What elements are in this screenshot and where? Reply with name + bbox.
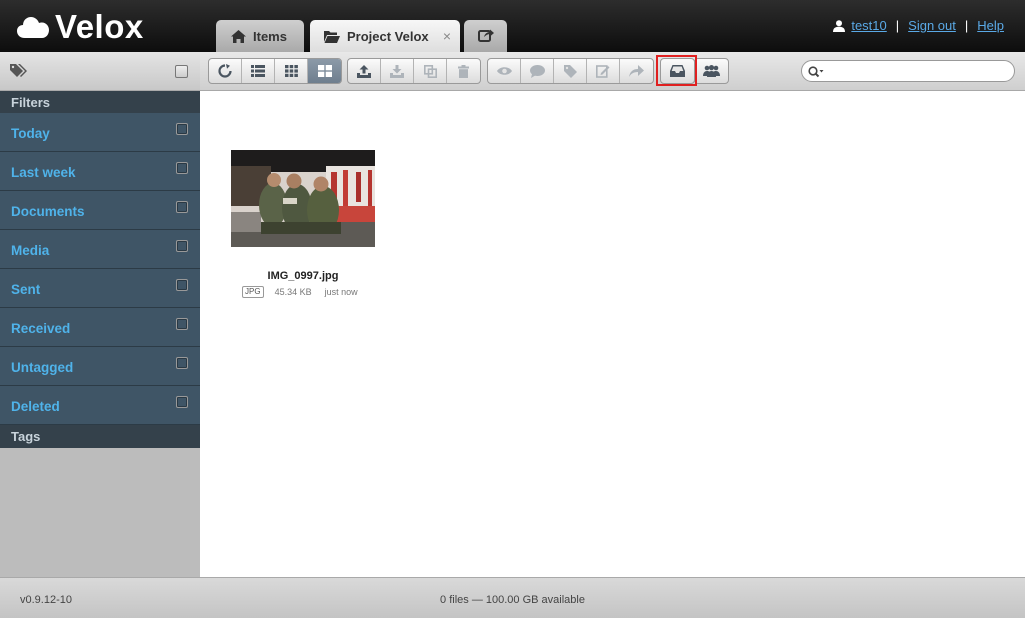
- tag-button[interactable]: [554, 59, 587, 83]
- view-button-group: [208, 58, 342, 84]
- edit-button[interactable]: [587, 59, 620, 83]
- sidebar-item-documents[interactable]: Documents: [0, 191, 200, 230]
- highlight-box: [656, 55, 697, 86]
- thumbnail-view-button[interactable]: [308, 59, 341, 83]
- tab-share[interactable]: [464, 20, 507, 52]
- sidebar-item-label: Documents: [11, 204, 85, 219]
- comment-icon: [529, 64, 545, 78]
- filter-checkbox[interactable]: [176, 396, 188, 408]
- help-link[interactable]: Help: [977, 18, 1004, 33]
- home-icon: [230, 29, 246, 43]
- sidebar-item-label: Last week: [11, 165, 76, 180]
- thumbnail-view-icon: [317, 65, 332, 77]
- tab-project-label: Project Velox: [347, 28, 429, 44]
- download-button[interactable]: [381, 59, 414, 83]
- separator: |: [895, 18, 900, 33]
- search-input[interactable]: [801, 60, 1015, 82]
- file-size: 45.34 KB: [274, 287, 312, 297]
- sidebar-item-deleted[interactable]: Deleted: [0, 386, 200, 425]
- sidebar-toolbar: [0, 52, 200, 91]
- file-name[interactable]: IMG_0997.jpg: [231, 270, 375, 282]
- filter-checkbox[interactable]: [176, 318, 188, 330]
- user-icon: [833, 19, 846, 32]
- delete-button[interactable]: [447, 59, 480, 83]
- file-thumbnail[interactable]: [231, 150, 375, 247]
- toolbar: [200, 52, 1025, 91]
- top-bar: Velox Items Project Velox × test10 | Sig…: [0, 0, 1025, 52]
- tab-items[interactable]: Items: [216, 20, 304, 52]
- sidebar-item-today[interactable]: Today: [0, 113, 200, 152]
- user-bar: test10 | Sign out | Help: [833, 18, 1004, 33]
- copy-icon: [423, 64, 437, 78]
- search-icon: [808, 65, 824, 83]
- tab-items-label: Items: [253, 28, 287, 44]
- grid-view-button[interactable]: [275, 59, 308, 83]
- app-logo[interactable]: Velox: [17, 7, 144, 47]
- app-name: Velox: [55, 8, 144, 45]
- tag-icon: [563, 64, 577, 78]
- people-icon: [703, 65, 720, 77]
- refresh-button[interactable]: [209, 59, 242, 83]
- filter-checkbox[interactable]: [176, 201, 188, 213]
- filters-heading: Filters: [0, 91, 200, 113]
- sidebar-item-label: Received: [11, 321, 71, 336]
- sidebar-item-last-week[interactable]: Last week: [0, 152, 200, 191]
- people-button-group: [694, 58, 729, 84]
- filter-checkbox[interactable]: [176, 162, 188, 174]
- preview-button[interactable]: [488, 59, 521, 83]
- sidebar-item-label: Media: [11, 243, 50, 258]
- share-icon: [477, 28, 494, 45]
- sidebar-item-label: Sent: [11, 282, 41, 297]
- trash-icon: [458, 64, 469, 78]
- select-all-checkbox[interactable]: [175, 65, 188, 78]
- filter-checkbox[interactable]: [176, 240, 188, 252]
- file-button-group: [347, 58, 481, 84]
- file-type-badge: JPG: [242, 286, 264, 298]
- tab-project-velox[interactable]: Project Velox ×: [310, 20, 460, 52]
- file-modified: just now: [324, 287, 358, 297]
- filter-checkbox[interactable]: [176, 123, 188, 135]
- storage-status: 0 files — 100.00 GB available: [440, 594, 585, 606]
- filter-checkbox[interactable]: [176, 279, 188, 291]
- list-view-icon: [251, 65, 265, 77]
- people-button[interactable]: [695, 59, 728, 83]
- tags-icon[interactable]: [10, 64, 28, 83]
- sidebar-item-untagged[interactable]: Untagged: [0, 347, 200, 386]
- sidebar-item-label: Untagged: [11, 360, 74, 375]
- sidebar-item-label: Deleted: [11, 399, 60, 414]
- filter-checkbox[interactable]: [176, 357, 188, 369]
- sidebar-item-received[interactable]: Received: [0, 308, 200, 347]
- forward-icon: [629, 65, 644, 77]
- preview-icon: [496, 67, 512, 75]
- cloud-icon: [17, 17, 49, 38]
- sign-out-link[interactable]: Sign out: [908, 18, 956, 33]
- edit-icon: [596, 65, 610, 78]
- sidebar-item-label: Today: [11, 126, 50, 141]
- file-meta: JPG 45.34 KB just now: [231, 286, 375, 298]
- file-browser: IMG_0997.jpg JPG 45.34 KB just now: [200, 91, 1025, 577]
- status-bar: v0.9.12-10 0 files — 100.00 GB available: [0, 577, 1025, 618]
- sidebar-item-sent[interactable]: Sent: [0, 269, 200, 308]
- upload-icon: [357, 64, 371, 78]
- forward-button[interactable]: [620, 59, 653, 83]
- sidebar-item-media[interactable]: Media: [0, 230, 200, 269]
- download-icon: [390, 64, 404, 78]
- tags-heading: Tags: [0, 425, 200, 448]
- folder-open-icon: [324, 29, 340, 43]
- copy-button[interactable]: [414, 59, 447, 83]
- separator: |: [964, 18, 969, 33]
- upload-button[interactable]: [348, 59, 381, 83]
- sidebar: Filters Today Last week Documents Media …: [0, 52, 200, 577]
- username-link[interactable]: test10: [851, 18, 886, 33]
- comment-button[interactable]: [521, 59, 554, 83]
- refresh-icon: [218, 64, 232, 78]
- file-item[interactable]: IMG_0997.jpg JPG 45.34 KB just now: [231, 150, 375, 298]
- tab-close-icon[interactable]: ×: [443, 28, 451, 44]
- list-view-button[interactable]: [242, 59, 275, 83]
- grid-view-icon: [284, 65, 298, 77]
- action-button-group: [487, 58, 654, 84]
